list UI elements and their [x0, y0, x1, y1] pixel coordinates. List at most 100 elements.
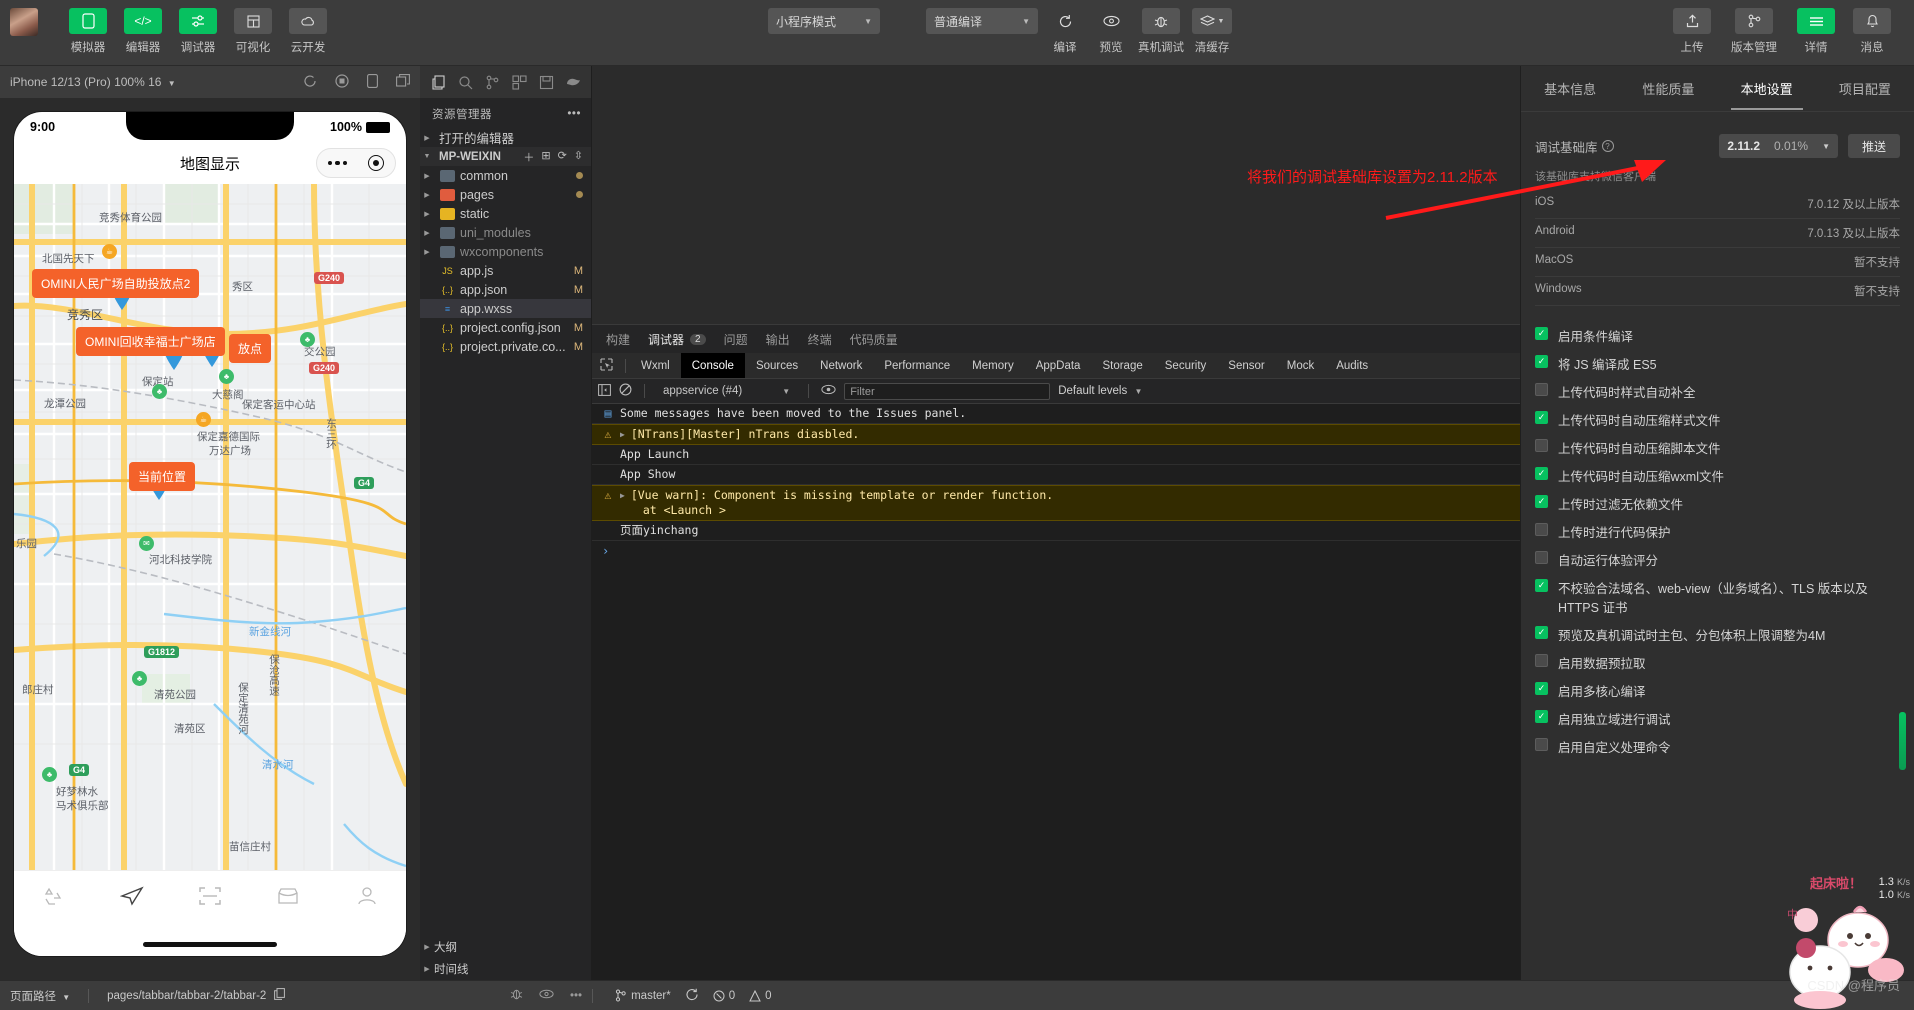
devtools-tab-appdata[interactable]: AppData: [1025, 353, 1092, 378]
devtools-tab-security[interactable]: Security: [1154, 353, 1218, 378]
details-tab-2[interactable]: 本地设置: [1730, 79, 1803, 110]
console-levels-select[interactable]: Default levels ▼: [1058, 385, 1142, 397]
bug-icon[interactable]: [510, 987, 523, 1004]
btn-details[interactable]: 详情: [1792, 8, 1840, 55]
setting-option[interactable]: ✓ 不校验合法域名、web-view（业务域名）、TLS 版本以及 HTTPS 证…: [1535, 578, 1900, 616]
map-callout[interactable]: OMINI回收幸福士广场店: [76, 327, 225, 356]
map-callout[interactable]: OMINI人民广场自助投放点2: [32, 269, 200, 298]
panel-tab-5[interactable]: 代码质量: [850, 331, 898, 348]
setting-option[interactable]: ✓ 上传时过滤无依赖文件: [1535, 494, 1900, 513]
save-icon[interactable]: [534, 70, 558, 94]
poi-icon[interactable]: ☕: [102, 244, 117, 259]
setting-option[interactable]: 上传代码时样式自动补全: [1535, 382, 1900, 401]
tabbar-item-send[interactable]: [92, 885, 170, 907]
tree-item-uni-modules[interactable]: ▶ uni_modules: [420, 223, 591, 242]
setting-option[interactable]: 启用数据预拉取: [1535, 653, 1900, 672]
console-filter-input[interactable]: Filter: [844, 382, 1051, 400]
devtools-tab-audits[interactable]: Audits: [1325, 353, 1379, 378]
setting-option[interactable]: 自动运行体验评分: [1535, 550, 1900, 569]
details-tab-1[interactable]: 性能质量: [1638, 79, 1698, 98]
btn-preview[interactable]: 预览: [1092, 8, 1130, 55]
search-icon[interactable]: [453, 70, 477, 94]
console-log-entry[interactable]: ▤ Some messages have been moved to the Is…: [592, 404, 1520, 424]
poi-icon[interactable]: ♣: [219, 369, 234, 384]
setting-option[interactable]: ✓ 启用条件编译: [1535, 326, 1900, 345]
checkbox-checked-icon[interactable]: ✓: [1535, 710, 1548, 723]
poi-icon[interactable]: ♣: [300, 332, 315, 347]
btn-real-device-debug[interactable]: 真机调试: [1138, 8, 1184, 55]
editor-area[interactable]: [592, 66, 1520, 324]
debug-ext-icon[interactable]: [561, 70, 585, 94]
tool-editor[interactable]: </> 编辑器: [119, 8, 167, 55]
panel-tab-3[interactable]: 输出: [766, 331, 790, 348]
checkbox-unchecked-icon[interactable]: [1535, 551, 1548, 564]
checkbox-checked-icon[interactable]: ✓: [1535, 327, 1548, 340]
eye-icon[interactable]: [539, 989, 554, 1002]
setting-option[interactable]: ✓ 将 JS 编译成 ES5: [1535, 354, 1900, 373]
tree-item-wxcomponents[interactable]: ▶ wxcomponents: [420, 242, 591, 261]
files-icon[interactable]: [426, 70, 450, 94]
devtools-tab-sources[interactable]: Sources: [745, 353, 809, 378]
devtools-tab-memory[interactable]: Memory: [961, 353, 1025, 378]
setting-option[interactable]: ✓ 预览及真机调试时主包、分包体积上限调整为4M: [1535, 625, 1900, 644]
new-folder-icon[interactable]: ⊞: [541, 149, 550, 165]
checkbox-unchecked-icon[interactable]: [1535, 523, 1548, 536]
map-callout[interactable]: 当前位置: [129, 462, 196, 491]
avatar[interactable]: [10, 8, 38, 36]
warning-count[interactable]: 0: [749, 989, 772, 1002]
btn-upload[interactable]: 上传: [1668, 8, 1716, 55]
setting-option[interactable]: ✓ 上传代码时自动压缩样式文件: [1535, 410, 1900, 429]
devtools-tab-storage[interactable]: Storage: [1091, 353, 1153, 378]
checkbox-checked-icon[interactable]: ✓: [1535, 626, 1548, 639]
collapse-all-icon[interactable]: ⇳: [574, 149, 583, 165]
checkbox-checked-icon[interactable]: ✓: [1535, 682, 1548, 695]
btn-messages[interactable]: 消息: [1848, 8, 1896, 55]
tree-item-project-private-co---[interactable]: {..} project.private.co... M: [420, 337, 591, 356]
section-outline[interactable]: ▶ 大纲: [420, 936, 591, 958]
tree-item-project-config-json[interactable]: {..} project.config.json M: [420, 318, 591, 337]
console-prompt[interactable]: ›: [592, 541, 1520, 561]
mode-select[interactable]: 小程序模式 ▼: [768, 8, 880, 34]
refresh-icon[interactable]: ⟳: [558, 149, 567, 165]
tool-debugger[interactable]: 调试器: [174, 8, 222, 55]
console-log-entry[interactable]: App Show: [592, 465, 1520, 485]
map-callout[interactable]: 放点: [229, 334, 272, 363]
devtools-tab-sensor[interactable]: Sensor: [1217, 353, 1275, 378]
tabbar-item-recycle[interactable]: [14, 885, 92, 907]
btn-compile[interactable]: 编译: [1046, 8, 1084, 55]
console-output[interactable]: ▤ Some messages have been moved to the Is…: [592, 404, 1520, 980]
error-count[interactable]: 0: [713, 990, 735, 1002]
devtools-tab-performance[interactable]: Performance: [873, 353, 961, 378]
checkbox-checked-icon[interactable]: ✓: [1535, 579, 1548, 592]
extensions-icon[interactable]: [507, 70, 531, 94]
eye-icon[interactable]: [821, 384, 836, 398]
branch-indicator[interactable]: master*: [615, 989, 671, 1002]
poi-icon[interactable]: ♣: [152, 384, 167, 399]
expand-triangle-icon[interactable]: ▶: [620, 488, 625, 503]
tree-project-root[interactable]: ▼ MP-WEIXIN ＋ ⊞ ⟳ ⇳: [420, 147, 591, 166]
tool-simulator[interactable]: 模拟器: [64, 8, 112, 55]
tree-item-common[interactable]: ▶ common: [420, 166, 591, 185]
console-log-entry[interactable]: ⚠ ▶ [Vue warn]: Component is missing templ…: [592, 485, 1520, 521]
checkbox-checked-icon[interactable]: ✓: [1535, 411, 1548, 424]
page-path-label[interactable]: 页面路径 ▼: [10, 988, 70, 1004]
poi-icon[interactable]: ♣: [132, 671, 147, 686]
help-icon[interactable]: ?: [1601, 140, 1614, 152]
section-timeline[interactable]: ▶ 时间线: [420, 958, 591, 980]
details-tab-0[interactable]: 基本信息: [1540, 79, 1600, 98]
library-version-select[interactable]: 2.11.2 0.01% ▼: [1719, 134, 1838, 158]
checkbox-unchecked-icon[interactable]: [1535, 383, 1548, 396]
poi-icon[interactable]: ✉: [139, 536, 154, 551]
tree-item-app-json[interactable]: {..} app.json M: [420, 280, 591, 299]
copy-icon[interactable]: [274, 988, 286, 1003]
panel-tab-4[interactable]: 终端: [808, 331, 832, 348]
tree-item-app-wxss[interactable]: ≡ app.wxss: [420, 299, 591, 318]
checkbox-checked-icon[interactable]: ✓: [1535, 467, 1548, 480]
clear-console-icon[interactable]: [619, 383, 632, 399]
device-selector[interactable]: iPhone 12/13 (Pro) 100% 16 ▼: [10, 75, 176, 89]
rotate-device-icon[interactable]: [367, 73, 378, 91]
devtools-tab-wxml[interactable]: Wxml: [630, 353, 681, 378]
console-context-select[interactable]: appservice (#4) ▼: [657, 385, 796, 397]
scrollbar-indicator[interactable]: [1899, 712, 1906, 770]
setting-option[interactable]: ✓ 启用多核心编译: [1535, 681, 1900, 700]
